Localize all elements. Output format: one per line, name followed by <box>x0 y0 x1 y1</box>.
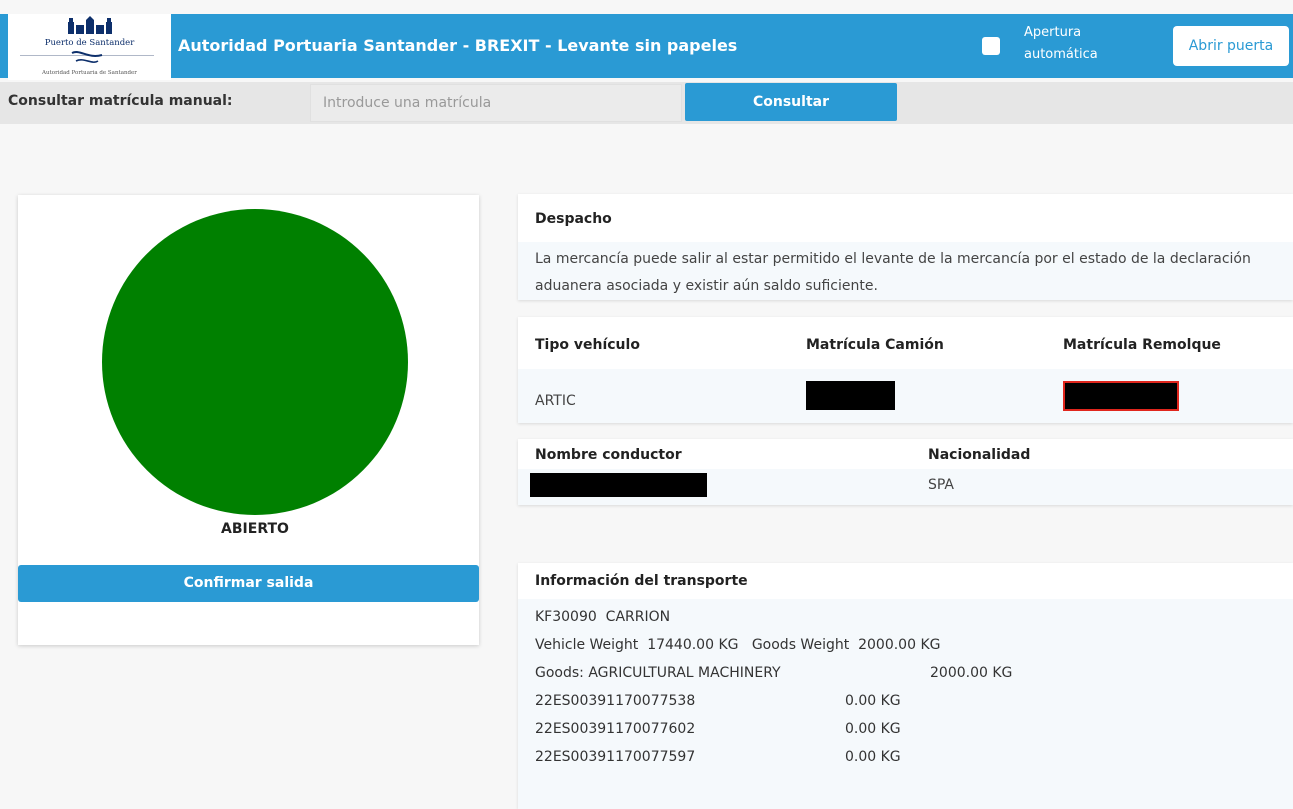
open-door-button[interactable]: Abrir puerta <box>1173 26 1289 66</box>
truck-plate-header: Matrícula Camión <box>806 337 944 353</box>
nationality-header: Nacionalidad <box>928 447 1031 463</box>
vehicle-row: ARTIC <box>518 369 1293 423</box>
transport-line: Goods: AGRICULTURAL MACHINERY 2000.00 KG <box>535 659 1276 687</box>
driver-name-redacted <box>530 473 707 497</box>
transport-line: Vehicle Weight 17440.00 KG Goods Weight … <box>535 631 1276 659</box>
transport-line-text: KF30090 CARRION <box>535 609 671 625</box>
transport-line-weight: 0.00 KG <box>845 693 901 709</box>
transport-line-weight: 0.00 KG <box>845 749 901 765</box>
auto-open-checkbox[interactable] <box>982 37 1000 55</box>
despacho-message: La mercancía puede salir al estar permit… <box>518 242 1293 300</box>
port-logo: Puerto de Santander Autoridad Portuaria … <box>8 14 171 80</box>
transport-line: 22ES00391170077538 0.00 KG <box>535 687 1276 715</box>
transport-line-text: 22ES00391170077602 <box>535 721 696 737</box>
vehicle-type-value: ARTIC <box>535 393 576 409</box>
auto-open-label: Apertura automática <box>1024 25 1098 62</box>
trailer-plate-header: Matrícula Remolque <box>1063 337 1221 353</box>
despacho-panel: Despacho La mercancía puede salir al est… <box>518 194 1293 300</box>
license-plate-input[interactable]: Introduce una matrícula <box>310 84 682 122</box>
driver-name-header: Nombre conductor <box>535 447 682 463</box>
nationality-value: SPA <box>928 477 955 493</box>
truck-plate-redacted <box>806 381 895 410</box>
transport-line-text: 22ES00391170077538 <box>535 693 696 709</box>
transport-line-text: Goods: AGRICULTURAL MACHINERY <box>535 665 781 681</box>
trailer-plate-redacted <box>1063 381 1179 411</box>
transport-line-weight: 2000.00 KG <box>930 665 1013 681</box>
logo-wave-icon <box>71 51 103 63</box>
logo-name: Puerto de Santander <box>44 38 135 48</box>
transport-line: KF30090 CARRION <box>535 603 1276 631</box>
transport-info-body: KF30090 CARRION Vehicle Weight 17440.00 … <box>518 599 1293 809</box>
transport-line: 22ES00391170077597 0.00 KG <box>535 743 1276 771</box>
port-towers-icon <box>68 16 112 34</box>
vehicle-panel: Tipo vehículo Matrícula Camión Matrícula… <box>518 317 1293 423</box>
search-bar: Consultar matrícula manual: Introduce un… <box>0 82 1293 124</box>
status-text: ABIERTO <box>221 521 289 537</box>
page-title: Autoridad Portuaria Santander - BREXIT -… <box>178 36 738 55</box>
status-card: ABIERTO Confirmar salida <box>18 195 479 645</box>
despacho-title: Despacho <box>535 211 612 227</box>
transport-info-title: Información del transporte <box>535 573 748 589</box>
consult-button[interactable]: Consultar <box>685 83 897 121</box>
transport-line-text: 22ES00391170077597 <box>535 749 696 765</box>
transport-line-text: Vehicle Weight 17440.00 KG Goods Weight … <box>535 637 941 653</box>
status-indicator <box>102 209 408 515</box>
driver-row: SPA <box>518 469 1293 505</box>
confirm-exit-button[interactable]: Confirmar salida <box>18 565 479 602</box>
transport-line-weight: 0.00 KG <box>845 721 901 737</box>
driver-panel: Nombre conductor Nacionalidad SPA <box>518 439 1293 505</box>
search-label: Consultar matrícula manual: <box>8 93 233 109</box>
transport-line: 22ES00391170077602 0.00 KG <box>535 715 1276 743</box>
logo-subtitle: Autoridad Portuaria de Santander <box>42 70 137 76</box>
vehicle-type-header: Tipo vehículo <box>535 337 640 353</box>
app-header: Puerto de Santander Autoridad Portuaria … <box>0 14 1293 80</box>
transport-info-panel: Información del transporte KF30090 CARRI… <box>518 563 1293 809</box>
